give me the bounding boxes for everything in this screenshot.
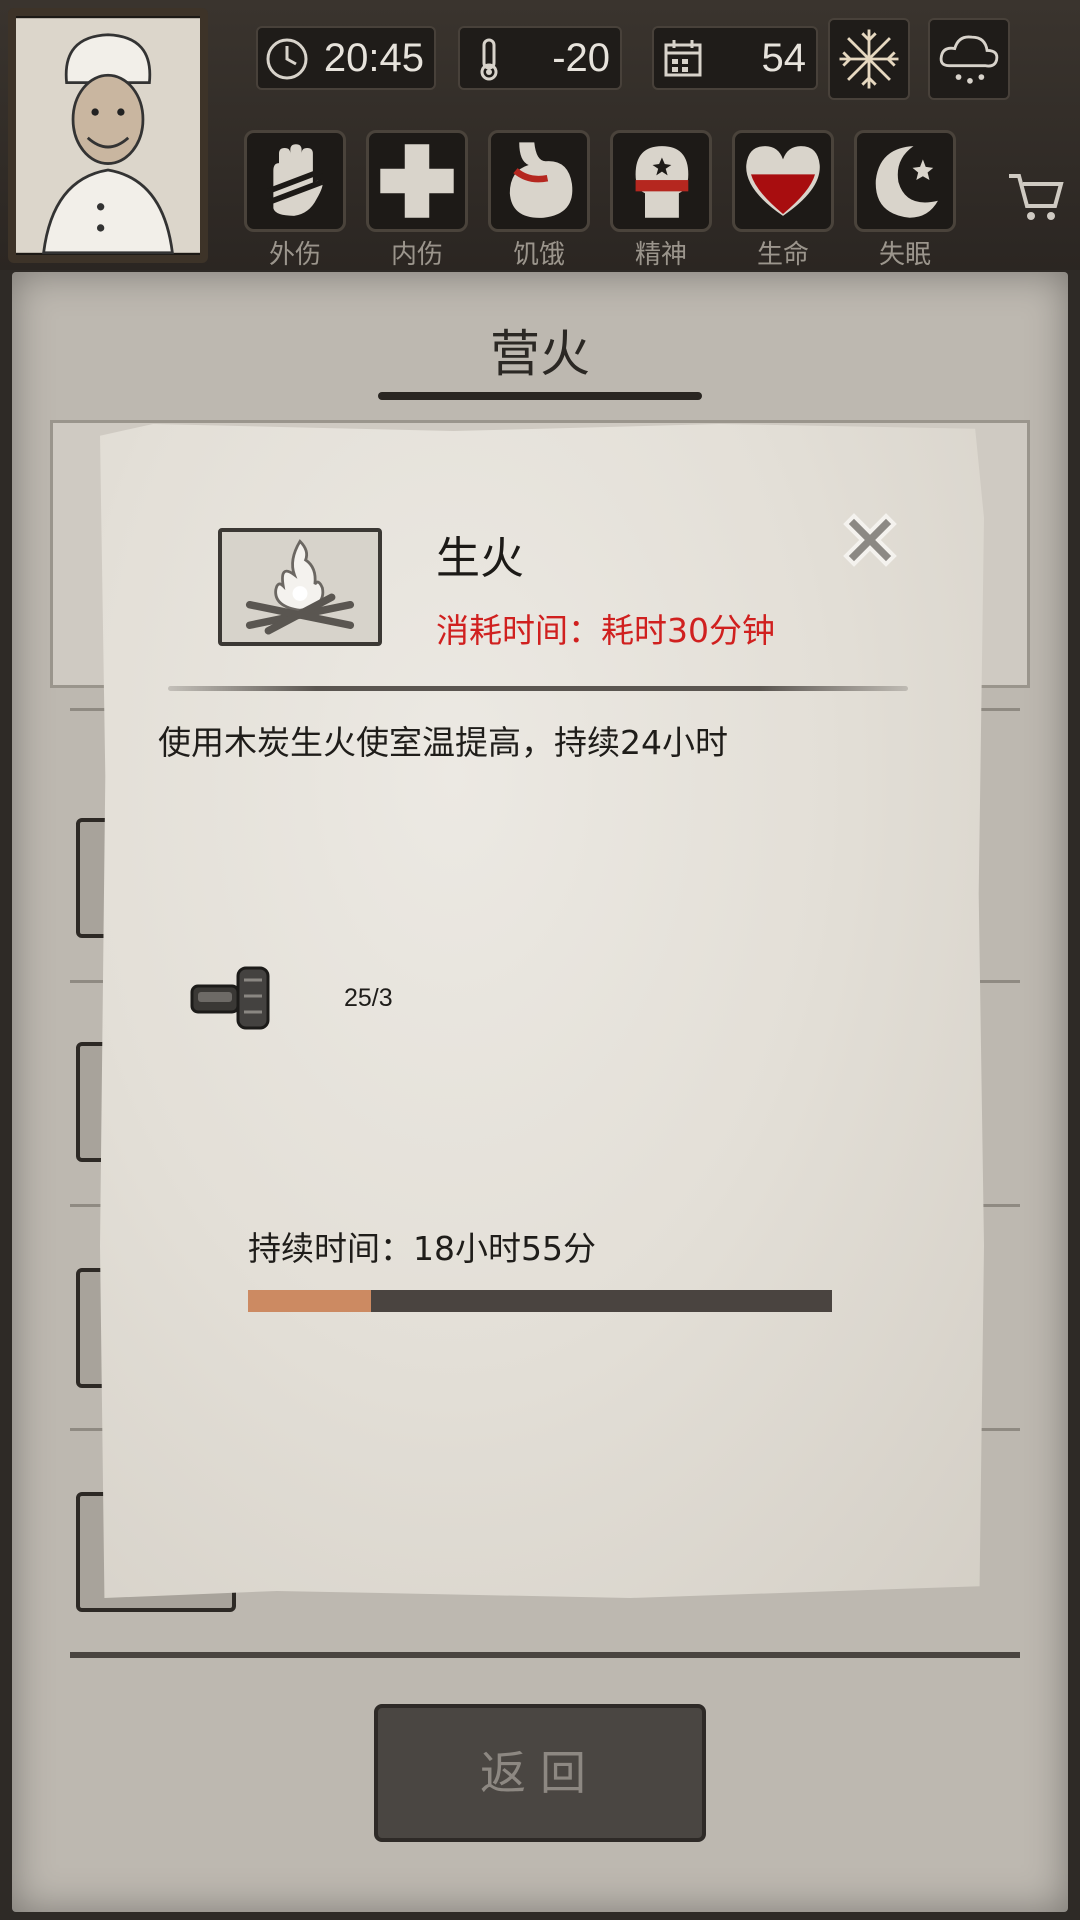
clock-display: 20:45 xyxy=(256,26,436,90)
status-label-external-injury: 外伤 xyxy=(268,240,321,270)
title-underline xyxy=(378,392,702,400)
bottom-divider xyxy=(70,1652,1020,1658)
status-spirit[interactable] xyxy=(610,130,712,232)
thermometer-icon xyxy=(480,38,498,81)
item-image-frame xyxy=(218,528,382,646)
weather-forecast[interactable] xyxy=(928,18,1010,100)
status-label-spirit: 精神 xyxy=(634,240,687,270)
status-label-health: 生命 xyxy=(756,240,809,270)
item-description: 使用木炭生火使室温提高，持续24小时 xyxy=(158,723,728,762)
duration-label: 持续时间：18小时55分 xyxy=(248,1229,596,1268)
shopping-cart-icon[interactable] xyxy=(1005,166,1065,226)
calendar-icon xyxy=(664,40,702,77)
material-count: 25/3 xyxy=(344,984,393,1012)
clock-value: 20:45 xyxy=(323,36,424,80)
time-cost: 消耗时间：耗时30分钟 xyxy=(436,611,775,650)
chef-portrait-icon xyxy=(16,18,200,255)
temperature-display: -20 xyxy=(458,26,622,90)
duration-progress-fill xyxy=(248,1290,371,1312)
character-portrait[interactable] xyxy=(8,8,208,263)
cross-icon xyxy=(380,144,454,218)
stomach-icon xyxy=(509,142,573,218)
status-internal-injury[interactable] xyxy=(366,130,468,232)
head-icon xyxy=(635,146,689,218)
item-name: 生火 xyxy=(436,533,524,584)
day-value: 54 xyxy=(761,36,807,80)
status-health[interactable] xyxy=(732,130,834,232)
campfire-icon xyxy=(245,539,355,635)
status-insomnia[interactable] xyxy=(854,130,956,232)
snow-cloud-icon xyxy=(939,35,999,84)
modal-divider xyxy=(168,686,908,691)
back-button[interactable]: 返回 xyxy=(374,1704,706,1842)
day-counter: 54 xyxy=(652,26,818,90)
close-button[interactable] xyxy=(832,502,908,578)
status-hunger[interactable] xyxy=(488,130,590,232)
material-slot xyxy=(186,960,282,1032)
duration-progress-bar xyxy=(248,1290,832,1312)
hand-icon xyxy=(266,144,324,216)
status-label-hunger: 饥饿 xyxy=(512,240,565,270)
panel-title: 营火 xyxy=(490,325,590,383)
moon-star-icon xyxy=(875,146,938,218)
temperature-value: -20 xyxy=(552,36,610,80)
charcoal-icon xyxy=(190,966,270,1030)
weather-snowflake[interactable] xyxy=(828,18,910,100)
close-icon xyxy=(843,513,897,567)
snowflake-icon xyxy=(839,29,899,89)
status-label-internal-injury: 内伤 xyxy=(390,240,443,270)
clock-icon xyxy=(266,38,308,80)
status-label-insomnia: 失眠 xyxy=(878,240,931,270)
status-external-injury[interactable] xyxy=(244,130,346,232)
heart-icon xyxy=(746,146,820,216)
